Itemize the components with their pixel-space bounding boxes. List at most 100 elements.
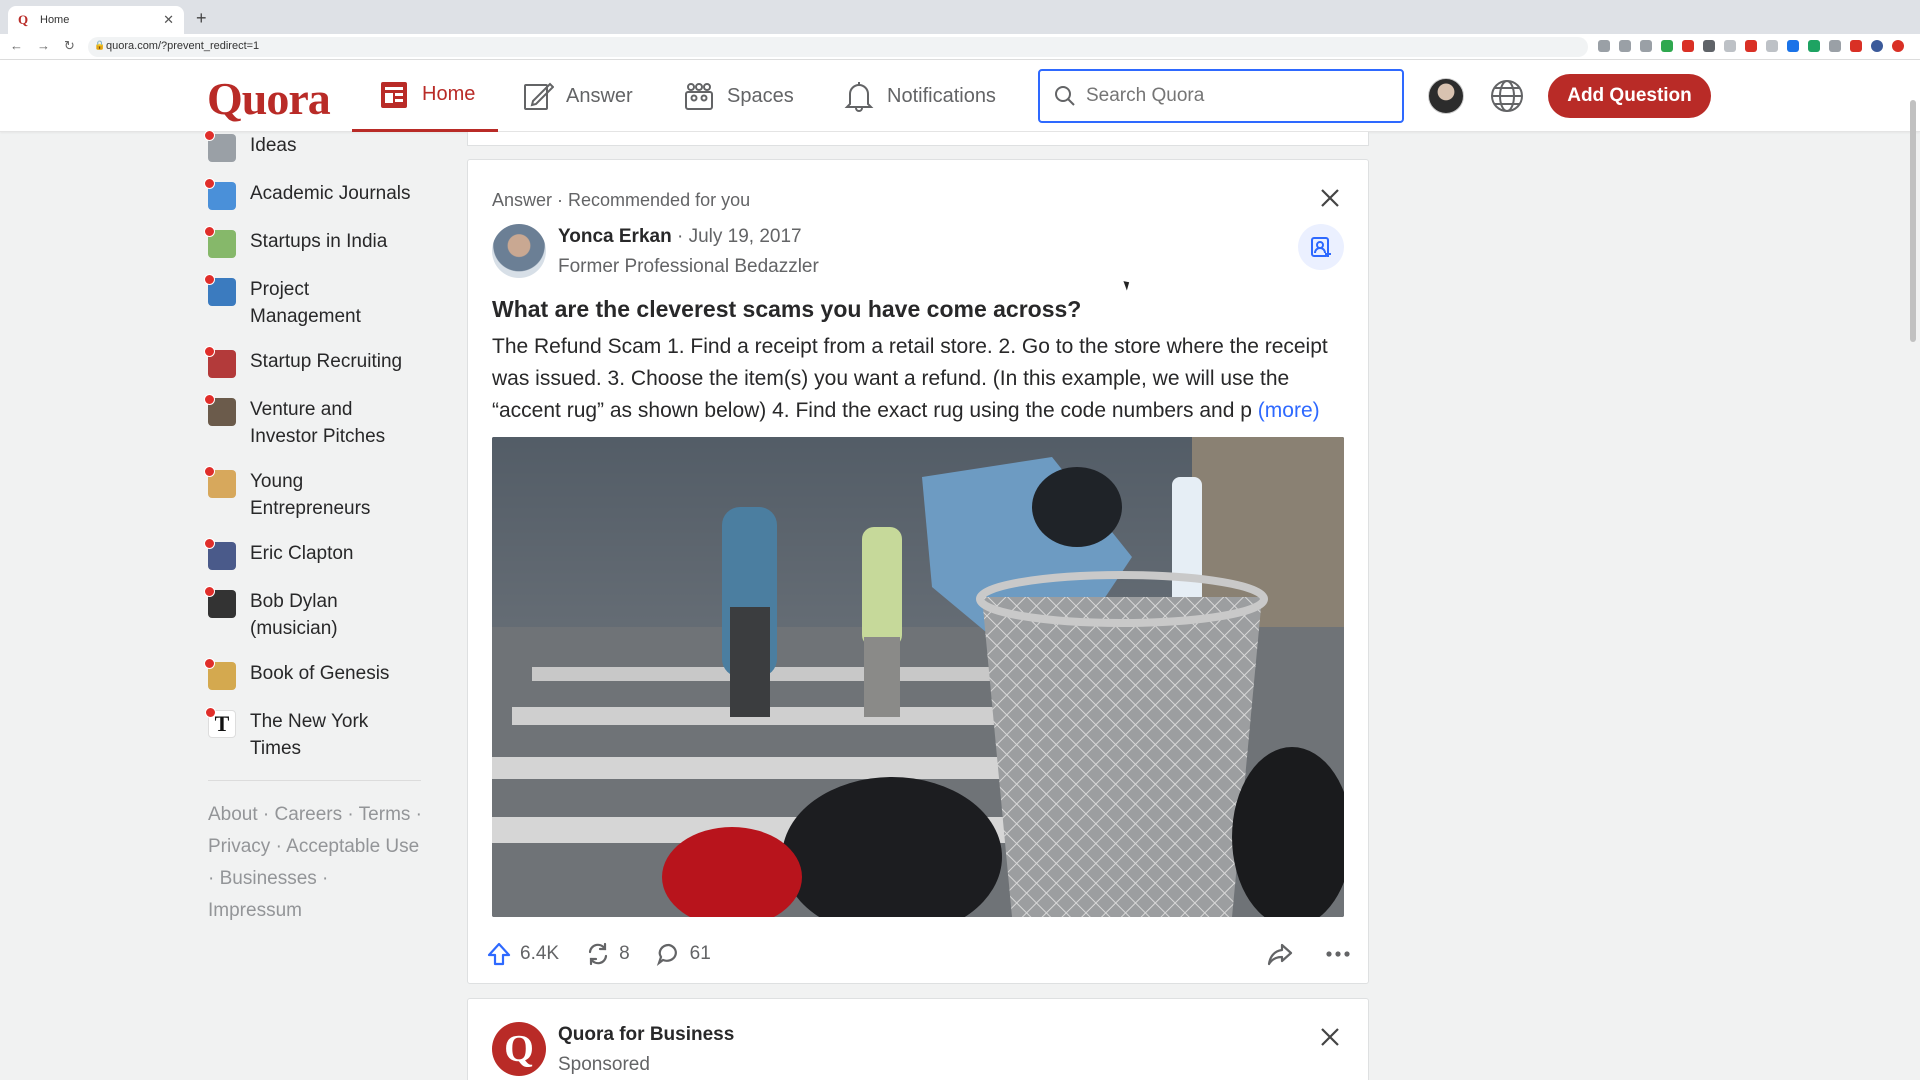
- close-icon[interactable]: [1318, 186, 1342, 210]
- nav-spaces[interactable]: Spaces: [683, 60, 794, 132]
- share-reshare-button[interactable]: 8: [585, 941, 630, 967]
- sponsor-name[interactable]: Quora for Business: [558, 1024, 734, 1046]
- quora-business-logo[interactable]: Q: [492, 1022, 546, 1076]
- sidebar-item-project-management[interactable]: Project Management: [204, 274, 422, 330]
- sidebar-item-label: Venture and Investor Pitches: [250, 399, 386, 447]
- follow-person-icon: [1311, 237, 1331, 257]
- footer-link-impressum[interactable]: Impressum: [208, 900, 302, 921]
- footer-links: About · Careers · Terms · Privacy · Acce…: [208, 804, 423, 921]
- user-avatar[interactable]: [1428, 78, 1464, 114]
- footer-link-terms[interactable]: Terms: [359, 804, 411, 825]
- author-avatar[interactable]: [492, 224, 546, 278]
- unread-dot: [204, 394, 215, 405]
- profile-icon[interactable]: [1871, 40, 1883, 52]
- answer-image[interactable]: [492, 437, 1344, 917]
- lock-icon: 🔒: [94, 40, 106, 50]
- post-date[interactable]: · July 19, 2017: [677, 226, 802, 247]
- zoom-icon[interactable]: [1619, 40, 1631, 52]
- close-icon[interactable]: [1318, 1025, 1342, 1049]
- extension-icon[interactable]: [1892, 40, 1904, 52]
- address-bar: ← → ↻ 🔒 quora.com/?prevent_redirect=1: [0, 34, 1920, 60]
- extension-icon[interactable]: [1745, 40, 1757, 52]
- sidebar-item-label: Project Management: [250, 279, 361, 327]
- extension-icon[interactable]: [1829, 40, 1841, 52]
- answer-excerpt[interactable]: The Refund Scam 1. Find a receipt from a…: [492, 331, 1348, 427]
- url-text: quora.com/?prevent_redirect=1: [106, 40, 260, 52]
- extension-icon[interactable]: [1682, 40, 1694, 52]
- sidebar-item-venture-pitches[interactable]: Venture and Investor Pitches: [204, 394, 422, 450]
- sidebar-item-ideas[interactable]: Ideas: [204, 130, 422, 162]
- comment-bubble-icon: [656, 943, 677, 966]
- more-link[interactable]: (more): [1258, 399, 1320, 422]
- space-thumbnail: [204, 538, 236, 570]
- sidebar-item-startup-recruiting[interactable]: Startup Recruiting: [204, 346, 422, 378]
- upvote-count: 6.4K: [520, 943, 560, 964]
- tab-close-icon[interactable]: ✕: [163, 12, 174, 28]
- footer-link-businesses[interactable]: Businesses: [220, 868, 317, 889]
- translate-icon[interactable]: [1598, 40, 1610, 52]
- browser-nav: ← → ↻: [10, 38, 75, 54]
- footer-link-about[interactable]: About: [208, 804, 258, 825]
- nav-home[interactable]: Home: [352, 60, 498, 132]
- star-icon[interactable]: [1640, 40, 1652, 52]
- more-options-icon[interactable]: [1324, 940, 1352, 968]
- sidebar-item-label: The New York Times: [250, 711, 369, 759]
- add-question-button[interactable]: Add Question: [1548, 74, 1711, 118]
- upvote-button[interactable]: 6.4K: [486, 941, 559, 967]
- action-bar-right: [1266, 940, 1352, 968]
- new-tab-icon[interactable]: +: [196, 8, 207, 29]
- bell-icon: [844, 82, 874, 112]
- sidebar-item-academic-journals[interactable]: Academic Journals: [204, 178, 422, 210]
- search-input[interactable]: [1086, 85, 1386, 107]
- globe-icon[interactable]: [1489, 78, 1525, 114]
- reload-icon[interactable]: ↻: [64, 38, 75, 54]
- extension-icon[interactable]: [1661, 40, 1673, 52]
- space-thumbnail: [204, 586, 236, 618]
- space-thumbnail: [204, 658, 236, 690]
- space-thumbnail: [204, 226, 236, 258]
- back-icon[interactable]: ←: [10, 38, 23, 54]
- extension-icon[interactable]: [1808, 40, 1820, 52]
- unread-dot: [204, 274, 215, 285]
- page-scrollbar[interactable]: [1910, 100, 1916, 342]
- sidebar: Ideas Academic Journals Startups in Indi…: [204, 130, 423, 927]
- sidebar-item-book-of-genesis[interactable]: Book of Genesis: [204, 658, 422, 690]
- footer-link-careers[interactable]: Careers: [275, 804, 343, 825]
- extension-icon[interactable]: [1724, 40, 1736, 52]
- quora-logo[interactable]: Quora: [207, 72, 331, 125]
- street-photo: [492, 437, 1344, 917]
- extension-icon[interactable]: [1766, 40, 1778, 52]
- search-box[interactable]: [1038, 69, 1404, 123]
- unread-dot: [204, 658, 215, 669]
- footer-link-acceptable-use[interactable]: Acceptable Use: [286, 836, 419, 857]
- sidebar-item-young-entrepreneurs[interactable]: Young Entrepreneurs: [204, 466, 422, 522]
- search-icon: [1055, 86, 1075, 106]
- space-thumbnail: [204, 274, 236, 306]
- unread-dot: [204, 178, 215, 189]
- extension-icon[interactable]: [1703, 40, 1715, 52]
- forward-icon[interactable]: →: [37, 38, 50, 54]
- author-name[interactable]: Yonca Erkan: [558, 226, 672, 247]
- sidebar-item-label: Bob Dylan (musician): [250, 591, 338, 639]
- pencil-icon: [524, 82, 554, 110]
- sidebar-item-label: Book of Genesis: [250, 663, 390, 684]
- question-title[interactable]: What are the cleverest scams you have co…: [492, 296, 1081, 323]
- nav-answer[interactable]: Answer: [522, 60, 633, 132]
- reshare-icon: [588, 942, 608, 966]
- sidebar-item-nytimes[interactable]: T The New York Times: [205, 707, 422, 762]
- url-field[interactable]: 🔒 quora.com/?prevent_redirect=1: [88, 37, 1588, 57]
- extension-icon[interactable]: [1787, 40, 1799, 52]
- nav-notifications[interactable]: Notifications: [843, 60, 996, 132]
- follow-button[interactable]: [1298, 224, 1344, 270]
- sidebar-item-eric-clapton[interactable]: Eric Clapton: [204, 538, 422, 570]
- browser-tab[interactable]: Q Home ✕: [8, 6, 184, 34]
- footer-link-privacy[interactable]: Privacy: [208, 836, 270, 857]
- comment-count: 61: [689, 943, 711, 964]
- comment-button[interactable]: 61: [656, 941, 711, 967]
- sidebar-item-bob-dylan[interactable]: Bob Dylan (musician): [204, 586, 422, 642]
- extension-icon[interactable]: [1850, 40, 1862, 52]
- sidebar-item-startups-in-india[interactable]: Startups in India: [204, 226, 422, 258]
- space-thumbnail: [204, 346, 236, 378]
- unread-dot: [204, 586, 215, 597]
- share-arrow-icon[interactable]: [1266, 940, 1294, 968]
